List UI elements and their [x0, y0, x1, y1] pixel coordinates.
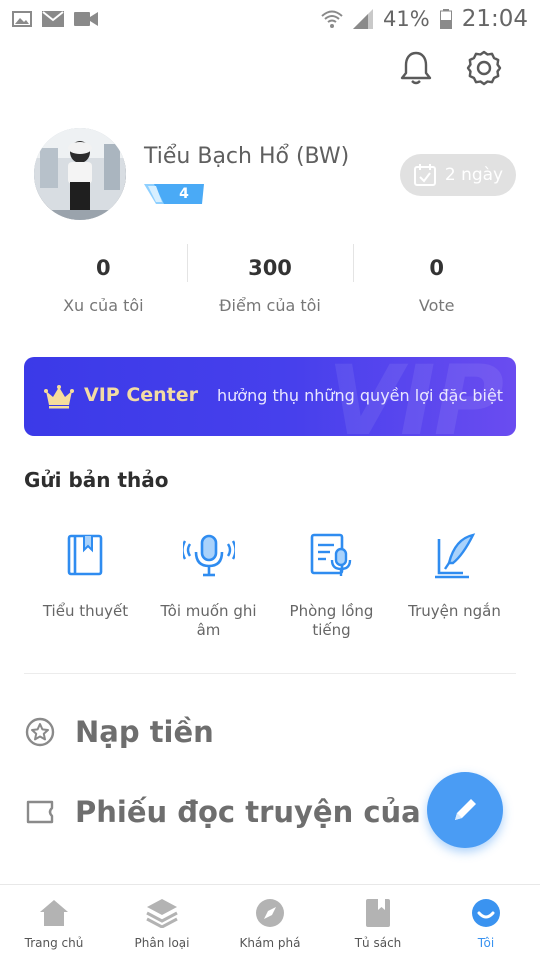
- nav-me[interactable]: Tôi: [432, 885, 540, 960]
- stats-row: 0 Xu của tôi 300 Điểm của tôi 0 Vote: [20, 244, 520, 324]
- mail-icon: [42, 11, 64, 27]
- stat-label: Xu của tôi: [63, 296, 144, 315]
- submit-novel[interactable]: Tiểu thuyết: [24, 528, 147, 640]
- stat-value: 0: [429, 256, 444, 280]
- grid-label: Phòng lồng tiếng: [289, 602, 374, 639]
- signal-icon: [353, 9, 374, 29]
- status-left: [12, 10, 98, 28]
- smile-icon: [469, 896, 503, 930]
- level-number: 4: [179, 186, 189, 202]
- menu-topup[interactable]: Nạp tiền: [24, 702, 516, 762]
- avatar[interactable]: [34, 128, 126, 220]
- top-actions: [398, 50, 502, 86]
- level-badge: 4: [144, 182, 204, 206]
- submit-recording[interactable]: Tôi muốn ghi âm: [147, 528, 270, 640]
- stat-label: Điểm của tôi: [219, 296, 321, 315]
- feather-quill-icon: [427, 528, 483, 584]
- layers-icon: [145, 896, 179, 930]
- bottom-navigation: Trang chủ Phân loại Khám phá Tủ sách Tôi: [0, 884, 540, 960]
- bell-icon: [400, 51, 432, 85]
- stat-label: Vote: [418, 296, 455, 315]
- calendar-check-icon: [413, 164, 436, 186]
- vip-center-banner[interactable]: VIP VIP Center hưởng thụ những quyền lợi…: [24, 357, 516, 436]
- submit-grid: Tiểu thuyết Tôi muốn ghi âm Phòng lồng t…: [24, 528, 516, 640]
- gear-icon: [466, 50, 502, 86]
- checkin-label: 2 ngày: [444, 165, 504, 185]
- write-fab-button[interactable]: [427, 772, 503, 848]
- book-icon: [58, 528, 114, 584]
- star-circle-icon: [24, 717, 56, 747]
- section-title: Gửi bản thảo: [24, 468, 169, 492]
- stat-coins[interactable]: 0 Xu của tôi: [20, 244, 187, 324]
- settings-button[interactable]: [466, 50, 502, 86]
- submit-dubbing-room[interactable]: Phòng lồng tiếng: [270, 528, 393, 640]
- battery-icon: [439, 9, 452, 29]
- divider: [24, 673, 516, 674]
- dubbing-room-icon: [304, 528, 360, 584]
- nav-label: Tôi: [477, 935, 495, 950]
- home-icon: [37, 896, 71, 930]
- grid-label: Tôi muốn ghi âm: [160, 602, 257, 639]
- ticket-icon: [24, 800, 56, 824]
- menu-label: Phiếu đọc truyện của tôi: [75, 795, 475, 829]
- notification-button[interactable]: [398, 50, 434, 86]
- image-icon: [12, 10, 32, 28]
- nav-home[interactable]: Trang chủ: [0, 885, 108, 960]
- nav-label: Phân loại: [134, 935, 190, 950]
- submit-short-story[interactable]: Truyện ngắn: [393, 528, 516, 640]
- stat-points[interactable]: 300 Điểm của tôi: [186, 244, 354, 324]
- status-right: 41% 21:04: [321, 6, 528, 32]
- video-camera-icon: [74, 11, 98, 27]
- compass-icon: [253, 896, 287, 930]
- status-bar: 41% 21:04: [0, 0, 540, 38]
- nav-label: Tủ sách: [354, 935, 402, 950]
- battery-percent: 41%: [383, 7, 430, 31]
- profile-header: Tiểu Bạch Hổ (BW) 4 2 ngày: [34, 128, 516, 222]
- nav-label: Trang chủ: [24, 935, 84, 950]
- username: Tiểu Bạch Hổ (BW): [144, 144, 350, 169]
- grid-label: Truyện ngắn: [408, 602, 501, 620]
- bookshelf-icon: [361, 896, 395, 930]
- stat-value: 0: [96, 256, 111, 280]
- stat-votes[interactable]: 0 Vote: [353, 244, 520, 324]
- menu-label: Nạp tiền: [75, 715, 214, 749]
- grid-label: Tiểu thuyết: [42, 602, 129, 620]
- stat-value: 300: [248, 256, 292, 280]
- nav-label: Khám phá: [239, 935, 301, 950]
- nav-bookshelf[interactable]: Tủ sách: [324, 885, 432, 960]
- clock: 21:04: [461, 6, 528, 32]
- pencil-icon: [455, 799, 476, 820]
- nav-discover[interactable]: Khám phá: [216, 885, 324, 960]
- microphone-icon: [181, 528, 237, 584]
- crown-icon: [44, 385, 74, 413]
- wifi-icon: [321, 9, 343, 29]
- nav-categories[interactable]: Phân loại: [108, 885, 216, 960]
- vip-title: VIP Center: [84, 384, 199, 406]
- vip-subtitle: hưởng thụ những quyền lợi đặc biệt: [217, 386, 504, 405]
- checkin-button[interactable]: 2 ngày: [400, 154, 516, 196]
